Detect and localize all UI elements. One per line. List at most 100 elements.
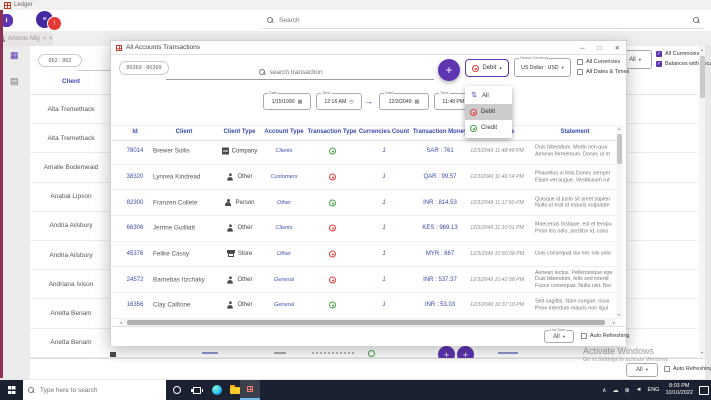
transaction-money[interactable]: QAR : 99.57 bbox=[411, 174, 469, 180]
header-currencies-count[interactable]: Currencies Count bbox=[353, 129, 415, 135]
checkbox-unchecked[interactable] bbox=[577, 69, 583, 75]
currency-select[interactable]: Select Currency US Dollar : USD ▾ bbox=[514, 56, 571, 77]
global-search[interactable] bbox=[263, 12, 703, 29]
transaction-money[interactable]: INR : 814.53 bbox=[411, 200, 469, 206]
checkbox-checked[interactable]: ✓ bbox=[656, 51, 662, 57]
scrollbar-thumb[interactable] bbox=[617, 134, 622, 164]
from-time-field[interactable]: Time 12:16 AM ◷ bbox=[316, 91, 362, 110]
tab-close-icon[interactable]: × bbox=[49, 36, 53, 42]
table-row[interactable]: 45376 Felike Cassy Store Other 1 MYR : 8… bbox=[111, 242, 616, 268]
tab-close-icon[interactable]: × bbox=[43, 36, 47, 42]
table-row[interactable]: 38320 Lynnea Kindread Other Customers 1 … bbox=[111, 165, 616, 191]
transaction-id-link[interactable]: 16356 bbox=[119, 302, 151, 308]
scrollbar-thumb[interactable] bbox=[127, 320, 605, 325]
table-horizontal-scrollbar[interactable]: ◂ ▸ bbox=[119, 319, 616, 326]
table-vertical-scrollbar[interactable]: ▴ ▾ bbox=[616, 125, 623, 319]
checkbox-row[interactable]: All Dates & Times bbox=[577, 67, 629, 77]
transaction-search[interactable] bbox=[166, 65, 434, 80]
checkbox-unchecked[interactable] bbox=[581, 333, 587, 339]
transaction-id-link[interactable]: 66306 bbox=[119, 225, 151, 231]
global-search-input[interactable] bbox=[277, 15, 689, 25]
scroll-down-icon[interactable]: ▾ bbox=[699, 350, 705, 355]
table-row[interactable]: 78014 Brewer Sollis Company Clients 1 SA… bbox=[111, 139, 616, 165]
calendar-icon[interactable]: ▦ bbox=[415, 99, 420, 105]
minimize-button[interactable]: ─ bbox=[580, 45, 585, 52]
notification-center-icon[interactable] bbox=[699, 385, 709, 395]
modal-checkbox-group: All Currencies All Dates & Times bbox=[577, 57, 629, 77]
transaction-search-input[interactable] bbox=[267, 67, 342, 77]
account-type[interactable]: Clients bbox=[263, 148, 305, 154]
add-transaction-button[interactable]: + bbox=[438, 59, 460, 81]
clock[interactable]: 8:03 PM 10/10/2022 bbox=[665, 383, 693, 397]
transaction-id-link[interactable]: 78014 bbox=[119, 148, 151, 154]
network-tray-icon[interactable]: ⊕ bbox=[625, 387, 630, 394]
maximize-button[interactable]: □ bbox=[598, 45, 602, 52]
taskbar-search[interactable] bbox=[23, 380, 166, 400]
transaction-money[interactable]: SAR : 761 bbox=[411, 148, 469, 154]
list-search-icon[interactable]: ▤ bbox=[10, 76, 19, 87]
header-client-type[interactable]: Client Type bbox=[217, 129, 262, 135]
account-type[interactable]: Customers bbox=[263, 174, 305, 180]
table-search-icon[interactable]: ▦ bbox=[10, 50, 19, 61]
menu-option[interactable]: Credit bbox=[465, 120, 512, 136]
transaction-money[interactable]: MYR : 867 bbox=[411, 251, 469, 257]
client-type-icon bbox=[221, 147, 229, 155]
task-view-button[interactable] bbox=[188, 380, 206, 400]
dialog-titlebar[interactable]: All Accounts Transactions bbox=[111, 41, 626, 55]
to-date-field[interactable]: Date 12/3/2049 ▦ bbox=[379, 91, 429, 110]
scroll-up-icon[interactable]: ▴ bbox=[699, 47, 705, 52]
tab[interactable]: Antonio Mig × bbox=[0, 32, 47, 46]
cloud-tray-icon[interactable]: ☁ bbox=[613, 387, 619, 394]
table-row[interactable]: 66306 Jerrine Guilliatt Other Clients 1 … bbox=[111, 216, 616, 242]
taskbar-search-input[interactable] bbox=[38, 385, 152, 395]
hidden-icons-chevron[interactable]: ∧ bbox=[602, 387, 606, 394]
close-button[interactable]: ✕ bbox=[615, 44, 620, 52]
scroll-left-icon[interactable]: ◂ bbox=[120, 320, 122, 325]
table-row[interactable]: 82300 Franzen Collete Person Other 1 INR… bbox=[111, 190, 616, 217]
transaction-id-link[interactable]: 82300 bbox=[119, 200, 151, 206]
from-date-field[interactable]: Date 1/15/1990 ▦ bbox=[263, 91, 311, 110]
transaction-id-link[interactable]: 45376 bbox=[119, 251, 151, 257]
bg-vertical-scrollbar[interactable]: ▴ ▾ bbox=[699, 46, 705, 358]
checkbox-unchecked[interactable] bbox=[577, 59, 583, 65]
cortana-button[interactable] bbox=[168, 380, 186, 400]
scroll-down-icon[interactable]: ▾ bbox=[616, 312, 622, 317]
volume-tray-icon[interactable]: ◄ bbox=[636, 387, 642, 393]
transaction-id-link[interactable]: 24572 bbox=[119, 277, 151, 283]
client-column-header[interactable]: Client bbox=[30, 78, 112, 85]
table-row[interactable]: 24572 Barnebas Itzchaky Other General 1 … bbox=[111, 267, 616, 294]
account-type[interactable]: Clients bbox=[263, 225, 305, 231]
menu-option[interactable]: ⇅ All bbox=[465, 88, 512, 104]
bg-list-size-select[interactable]: All ▾ bbox=[626, 363, 658, 377]
clock-icon[interactable]: ◷ bbox=[349, 99, 353, 105]
menu-option[interactable]: Debit bbox=[465, 104, 512, 120]
scrollbar-thumb[interactable] bbox=[699, 56, 705, 98]
transaction-type-select[interactable]: Debit ▴ bbox=[465, 59, 509, 77]
transaction-id-link[interactable]: 38320 bbox=[119, 174, 151, 180]
transaction-money[interactable]: INR : 53.03 bbox=[411, 302, 469, 308]
edge-button[interactable] bbox=[208, 380, 226, 400]
active-app-button[interactable] bbox=[240, 380, 260, 400]
alert-badge-icon[interactable]: ! bbox=[47, 16, 62, 31]
list-size-select[interactable]: List Size All ▾ bbox=[544, 328, 574, 343]
auto-refresh-toggle[interactable]: Auto Refreshing bbox=[581, 333, 629, 339]
calendar-icon[interactable]: ▦ bbox=[298, 99, 303, 105]
header-id[interactable]: Id bbox=[119, 129, 151, 135]
scroll-up-icon[interactable]: ▴ bbox=[616, 126, 622, 131]
transaction-money[interactable]: KES : 969.13 bbox=[411, 225, 469, 231]
checkbox-unchecked[interactable] bbox=[664, 366, 670, 372]
start-button[interactable] bbox=[0, 380, 23, 400]
account-type[interactable]: Other bbox=[263, 251, 305, 257]
checkbox-row[interactable]: All Currencies bbox=[577, 57, 629, 67]
table-row[interactable]: 16356 Clay Calltone Other General 1 INR … bbox=[111, 293, 616, 319]
header-client[interactable]: Client bbox=[153, 129, 215, 135]
language-indicator[interactable]: ENG bbox=[648, 387, 660, 393]
transaction-money[interactable]: INR : 537.37 bbox=[411, 277, 469, 283]
account-type[interactable]: General bbox=[263, 302, 305, 308]
account-type[interactable]: General bbox=[263, 277, 305, 283]
checkbox-checked[interactable]: ✓ bbox=[656, 61, 662, 67]
account-type[interactable]: Other bbox=[263, 200, 305, 206]
scroll-right-icon[interactable]: ▸ bbox=[613, 320, 615, 325]
header-statement[interactable]: Statement bbox=[535, 129, 615, 135]
bg-auto-refresh[interactable]: Auto Refreshing bbox=[664, 366, 711, 372]
